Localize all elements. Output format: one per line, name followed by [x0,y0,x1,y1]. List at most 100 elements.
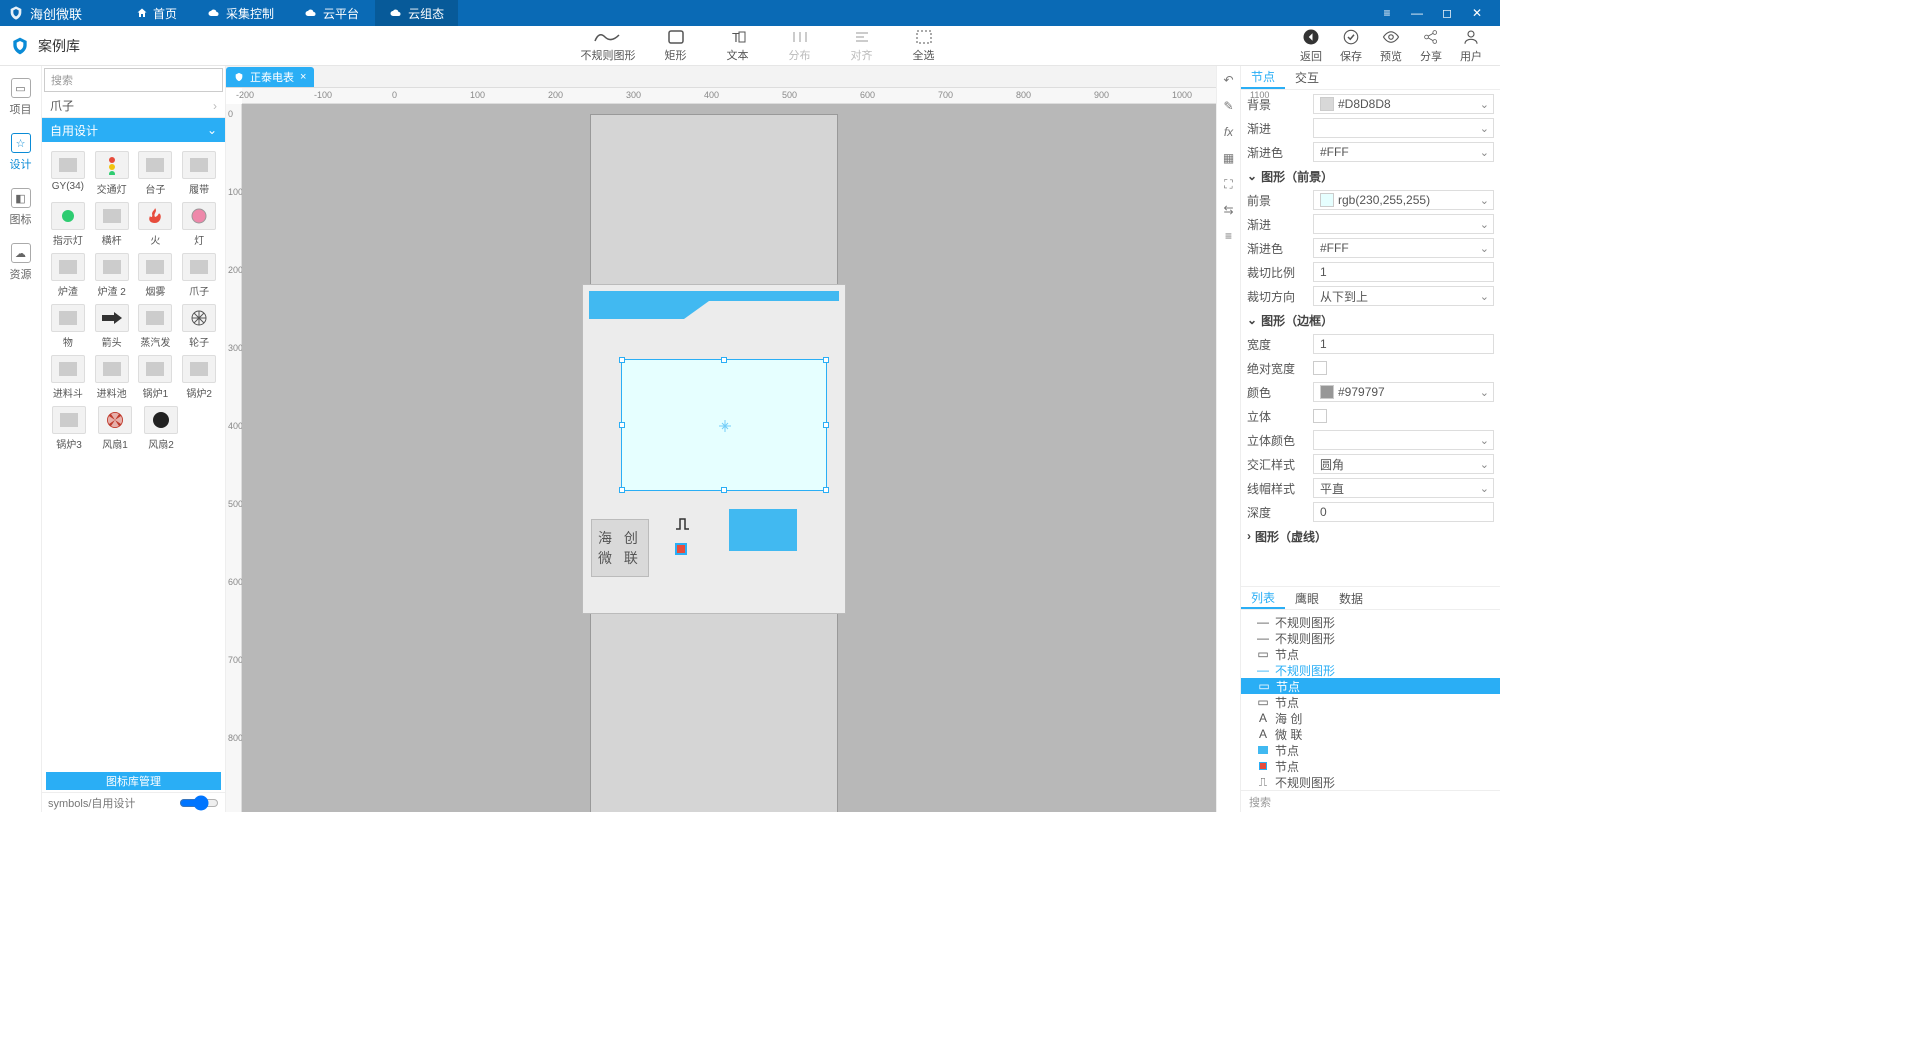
rail-design[interactable]: ☆设计 [10,133,32,172]
fx-icon[interactable]: fx [1221,124,1237,140]
back-button[interactable]: 返回 [1300,28,1322,64]
nav-collect[interactable]: 采集控制 [193,0,288,26]
props-search[interactable]: 搜索 [1241,790,1500,812]
pen-icon[interactable]: ✎ [1221,98,1237,114]
tool-rect[interactable]: 矩形 [654,29,698,63]
checkbox[interactable] [1313,409,1327,423]
preview-button[interactable]: 预览 [1380,28,1402,64]
tree-item[interactable]: —不规则图形 [1241,614,1500,630]
save-button[interactable]: 保存 [1340,28,1362,64]
tree-item[interactable]: —不规则图形 [1241,630,1500,646]
maximize-button[interactable]: ◻ [1432,0,1462,26]
canvas-tab-active[interactable]: 正泰电表 × [226,67,314,87]
tree-item[interactable]: —不规则图形 [1241,662,1500,678]
canvas-stage[interactable]: 海 创微 联 [242,104,1216,812]
prop-value[interactable] [1313,214,1494,234]
prop-value[interactable]: rgb(230,255,255) [1313,190,1494,210]
library-item[interactable]: 锅炉1 [136,355,176,400]
zoom-slider[interactable] [179,795,219,811]
library-item[interactable]: 爪子 [179,253,219,298]
library-item[interactable]: 灯 [179,202,219,247]
tool-selectall[interactable]: 全选 [902,29,946,63]
library-item[interactable]: 台子 [136,151,176,196]
tree-item[interactable]: 节点 [1241,758,1500,774]
prop-value[interactable]: 1 [1313,334,1494,354]
prop-value[interactable]: #D8D8D8 [1313,94,1494,114]
library-item[interactable]: 锅炉2 [179,355,219,400]
library-item[interactable]: 物 [48,304,88,349]
close-button[interactable]: ✕ [1462,0,1492,26]
library-item[interactable]: 交通灯 [92,151,132,196]
library-item[interactable]: 炉渣 [48,253,88,298]
tree-item[interactable]: 节点 [1241,742,1500,758]
tree-item[interactable]: ⎍不规则图形 [1241,774,1500,790]
library-item[interactable]: 进料池 [92,355,132,400]
minimize-button[interactable]: — [1402,0,1432,26]
prop-value[interactable]: #FFF [1313,142,1494,162]
group-header[interactable]: ⌄ 图形（边框） [1247,308,1494,332]
device-panel[interactable]: 海 创微 联 [582,284,846,614]
library-item[interactable]: 烟雾 [136,253,176,298]
tool-align: 对齐 [840,29,884,63]
group-header[interactable]: ⌄ 图形（前景） [1247,164,1494,188]
btab-eagle[interactable]: 鹰眼 [1285,587,1329,609]
library-item[interactable]: 箭头 [92,304,132,349]
tree-item[interactable]: ▭节点 [1241,646,1500,662]
prop-value[interactable] [1313,118,1494,138]
prop-value[interactable]: #979797 [1313,382,1494,402]
fullscreen-icon[interactable]: ⛶ [1221,176,1237,192]
library-item[interactable]: 火 [136,202,176,247]
library-manage-button[interactable]: 图标库管理 [46,772,221,790]
library-panel: 搜索 爪子› 自用设计⌄ GY(34)交通灯台子履带指示灯横杆火灯炉渣炉渣 2烟… [42,66,226,812]
freeform-icon [593,29,623,45]
rail-icons[interactable]: ◧图标 [10,188,32,227]
group-header[interactable]: › 图形（虚线） [1247,524,1494,548]
checkbox[interactable] [1313,361,1327,375]
tree-item[interactable]: ▭节点 [1241,678,1500,694]
nav-cloud[interactable]: 云平台 [290,0,373,26]
library-item[interactable]: 指示灯 [48,202,88,247]
prop-value[interactable]: 圆角 [1313,454,1494,474]
library-item[interactable]: 炉渣 2 [92,253,132,298]
library-item[interactable]: 锅炉3 [48,406,90,451]
grid-icon[interactable]: ▦ [1221,150,1237,166]
align-v-icon[interactable]: ≡ [1221,228,1237,244]
props-tab-node[interactable]: 节点 [1241,66,1285,89]
library-item[interactable]: GY(34) [48,151,88,196]
tree-item[interactable]: A微 联 [1241,726,1500,742]
prop-value[interactable]: #FFF [1313,238,1494,258]
library-item[interactable]: 履带 [179,151,219,196]
menu-button[interactable]: ≡ [1372,0,1402,26]
library-search[interactable]: 搜索 [44,68,223,92]
library-item[interactable]: 蒸汽发 [136,304,176,349]
prop-value[interactable]: 1 [1313,262,1494,282]
library-item[interactable]: 横杆 [92,202,132,247]
tree-item[interactable]: ▭节点 [1241,694,1500,710]
nav-scada[interactable]: 云组态 [375,0,458,26]
rail-resource[interactable]: ☁资源 [10,243,32,282]
undo-icon[interactable]: ↶ [1221,72,1237,88]
library-item[interactable]: 风扇2 [140,406,182,451]
btab-list[interactable]: 列表 [1241,587,1285,609]
prop-value[interactable]: 0 [1313,502,1494,522]
rail-project[interactable]: ▭项目 [10,78,32,117]
library-item[interactable]: 风扇1 [94,406,136,451]
props-tab-interact[interactable]: 交互 [1285,66,1329,89]
library-crumb[interactable]: 爪子› [42,94,225,118]
tool-freeform[interactable]: 不规则图形 [581,29,636,63]
share-button[interactable]: 分享 [1420,28,1442,64]
user-button[interactable]: 用户 [1460,28,1482,64]
selected-rect[interactable] [621,359,827,491]
prop-value[interactable] [1313,430,1494,450]
library-section-header[interactable]: 自用设计⌄ [42,118,225,142]
tab-close-icon[interactable]: × [300,71,306,83]
library-item[interactable]: 轮子 [179,304,219,349]
align-h-icon[interactable]: ⇆ [1221,202,1237,218]
tool-text[interactable]: T文本 [716,29,760,63]
prop-value[interactable]: 从下到上 [1313,286,1494,306]
nav-home[interactable]: 首页 [122,0,191,26]
prop-value[interactable]: 平直 [1313,478,1494,498]
btab-data[interactable]: 数据 [1329,587,1373,609]
library-item[interactable]: 进料斗 [48,355,88,400]
tree-item[interactable]: A海 创 [1241,710,1500,726]
